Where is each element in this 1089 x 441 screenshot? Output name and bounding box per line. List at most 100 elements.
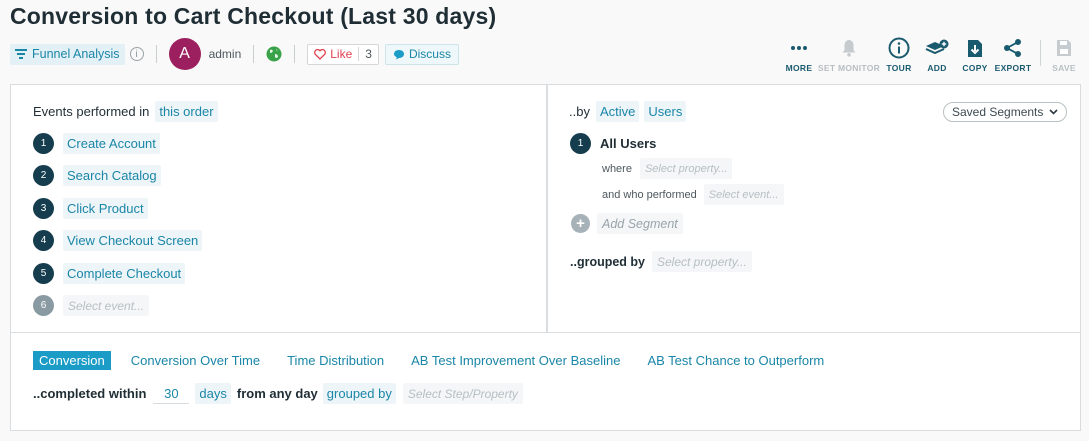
toolbar-divider [1040, 40, 1041, 66]
add-button[interactable]: ADD [918, 36, 956, 73]
completed-within-label: ..completed within [33, 386, 147, 401]
step-event[interactable]: View Checkout Screen [63, 230, 203, 251]
where-label: where [602, 162, 632, 175]
chevron-down-icon [1049, 109, 1058, 115]
order-selector[interactable]: this order [155, 101, 218, 122]
info-icon [888, 37, 910, 59]
tab-ab-test-improvement[interactable]: AB Test Improvement Over Baseline [411, 351, 620, 370]
report-type-label: Funnel Analysis [32, 47, 120, 61]
completion-unit-selector[interactable]: days [195, 383, 231, 404]
tab-conversion-over-time[interactable]: Conversion Over Time [131, 351, 260, 370]
by-label: ..by [569, 104, 590, 119]
more-button[interactable]: MORE [780, 36, 818, 73]
copy-label: COPY [962, 63, 988, 73]
funnel-step: 3 Click Product [33, 198, 148, 219]
step-event[interactable]: Create Account [63, 133, 160, 154]
discuss-label: Discuss [408, 47, 451, 61]
users-selector[interactable]: Users [644, 101, 687, 122]
funnel-step: 2 Search Catalog [33, 165, 161, 186]
select-event-input[interactable]: Select event... [63, 295, 150, 316]
where-property-input[interactable]: Select property... [639, 158, 733, 179]
info-icon[interactable]: i [129, 47, 144, 61]
step-number: 4 [33, 230, 54, 251]
chat-bubble-icon [393, 49, 404, 59]
horizontal-divider [11, 332, 1080, 333]
like-button-inner: Like [308, 47, 358, 61]
events-prefix: Events performed in [33, 104, 150, 119]
heart-icon [314, 48, 327, 60]
tab-conversion[interactable]: Conversion [33, 351, 111, 370]
report-type-chip[interactable]: Funnel Analysis [10, 43, 125, 65]
where-row: where Select property... [602, 158, 733, 179]
copy-button[interactable]: COPY [956, 36, 994, 73]
step-event[interactable]: Click Product [63, 198, 148, 219]
tab-ab-test-chance[interactable]: AB Test Chance to Outperform [647, 351, 824, 370]
segment-header: ..by Active Users [569, 101, 687, 122]
step-event[interactable]: Complete Checkout [63, 263, 186, 284]
completion-row: ..completed within 30 days from any day … [33, 383, 523, 404]
from-any-day-label: from any day [236, 386, 318, 401]
bell-icon [842, 40, 856, 57]
set-monitor-label: SET MONITOR [817, 63, 881, 73]
divider [253, 45, 255, 63]
avatar[interactable]: A [168, 38, 201, 70]
step-property-input[interactable]: Select Step/Property [402, 383, 523, 404]
segment-number: 1 [570, 133, 591, 154]
set-monitor-button[interactable]: SET MONITOR [818, 36, 880, 73]
like-count: 3 [358, 47, 378, 61]
funnel-icon [15, 49, 27, 59]
grouped-by-label: ..grouped by [570, 254, 645, 269]
vertical-divider [546, 85, 548, 332]
discuss-button[interactable]: Discuss [384, 43, 459, 65]
tour-label: TOUR [886, 63, 912, 73]
add-segment-button[interactable]: + Add Segment [571, 213, 683, 234]
step-number: 3 [33, 198, 54, 219]
export-label: EXPORT [994, 63, 1032, 73]
globe-icon[interactable] [266, 46, 282, 62]
plus-icon: + [571, 214, 590, 233]
divider [155, 45, 157, 63]
completion-window-input[interactable]: 30 [153, 383, 190, 404]
saved-segments-dropdown[interactable]: Saved Segments [943, 102, 1068, 122]
saved-segments-label: Saved Segments [952, 105, 1044, 119]
copy-icon [968, 39, 982, 57]
query-builder-panel: Events performed in this order 1 Create … [10, 84, 1081, 431]
funnel-step-new: 6 Select event... [33, 295, 150, 316]
share-icon [1004, 39, 1021, 57]
funnel-step: 4 View Checkout Screen [33, 230, 203, 251]
add-stack-icon [925, 39, 949, 55]
tab-time-distribution[interactable]: Time Distribution [287, 351, 384, 370]
step-number: 2 [33, 165, 54, 186]
funnel-step: 5 Complete Checkout [33, 263, 186, 284]
save-label: SAVE [1052, 63, 1076, 73]
more-label: MORE [785, 63, 813, 73]
funnel-step: 1 Create Account [33, 133, 160, 154]
grouped-by-property-input[interactable]: Select property... [652, 251, 752, 272]
who-performed-label: and who performed [602, 188, 697, 201]
report-toolbar: MORE SET MONITOR TOUR ADD COPY EXPORT SA… [780, 36, 1079, 73]
like-label: Like [330, 47, 353, 61]
report-meta-row: Funnel Analysis i A admin Like 3 Discuss [10, 38, 459, 70]
more-icon [791, 46, 807, 50]
step-number: 5 [33, 263, 54, 284]
who-performed-event-input[interactable]: Select event... [703, 184, 784, 205]
owner-name: admin [208, 47, 242, 61]
grouped-by-row: ..grouped by Select property... [570, 251, 752, 272]
grouped-by-selector[interactable]: grouped by [322, 383, 396, 404]
add-segment-label: Add Segment [597, 213, 683, 234]
segment-row: 1 All Users [570, 133, 656, 154]
add-label: ADD [927, 63, 947, 73]
active-selector[interactable]: Active [595, 101, 640, 122]
divider [294, 45, 296, 63]
export-button[interactable]: EXPORT [994, 36, 1032, 73]
step-number: 1 [33, 133, 54, 154]
segment-name[interactable]: All Users [600, 136, 656, 151]
save-button[interactable]: SAVE [1049, 36, 1079, 73]
tour-button[interactable]: TOUR [880, 36, 918, 73]
save-icon [1057, 40, 1071, 56]
step-event[interactable]: Search Catalog [63, 165, 161, 186]
like-button[interactable]: Like 3 [307, 43, 379, 65]
events-header: Events performed in this order [33, 101, 218, 122]
who-performed-row: and who performed Select event... [602, 184, 784, 205]
chart-tabs: Conversion Conversion Over Time Time Dis… [33, 351, 851, 370]
